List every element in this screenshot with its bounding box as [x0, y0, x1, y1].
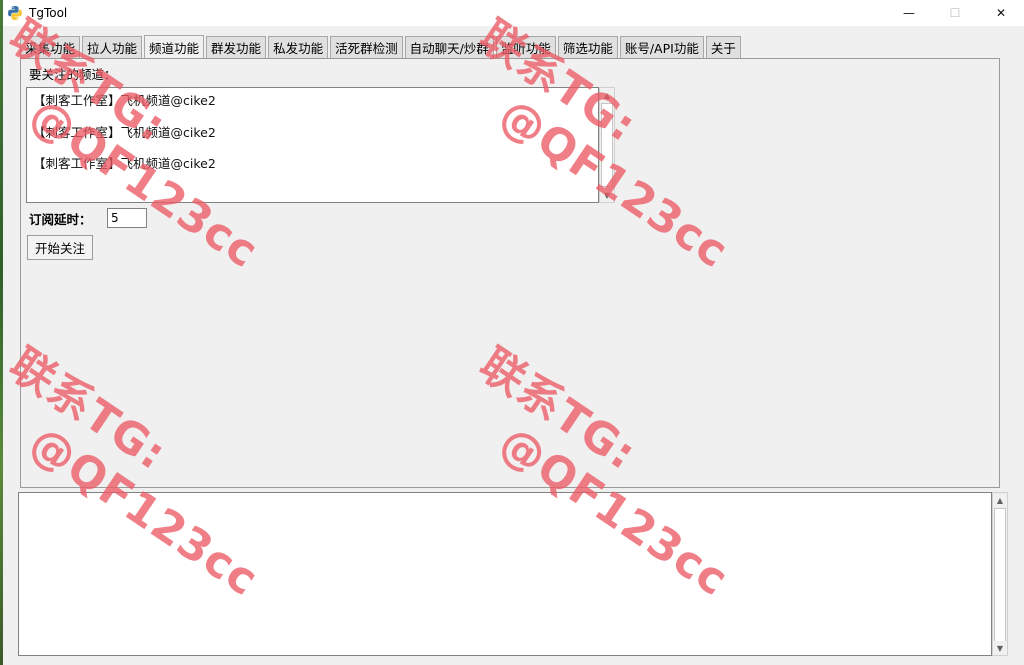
scroll-down-icon[interactable]: ▼ [600, 188, 614, 202]
notebook-tabs: 采集功能 拉人功能 频道功能 群发功能 私发功能 活死群检测 自动聊天/炒群 监… [20, 35, 743, 58]
close-button[interactable]: ✕ [978, 0, 1024, 26]
maximize-icon: ☐ [949, 6, 961, 20]
scroll-down-icon[interactable]: ▼ [993, 641, 1007, 655]
tab-about[interactable]: 关于 [705, 36, 741, 58]
delay-input[interactable] [107, 208, 147, 228]
delay-label: 订阅延时： [29, 212, 92, 227]
list-item: 【刺客工作室】飞机频道@cike2 [33, 125, 216, 140]
app-window: TgTool — ☐ ✕ 采集功能 拉人功能 频道功能 群发功能 私发功能 活死… [3, 0, 1024, 665]
scroll-up-icon[interactable]: ▲ [993, 493, 1007, 507]
close-icon: ✕ [995, 6, 1007, 20]
tab-channel[interactable]: 频道功能 [144, 35, 205, 58]
scroll-thumb[interactable] [994, 508, 1006, 642]
tab-collect[interactable]: 采集功能 [20, 36, 81, 58]
tab-group-check[interactable]: 活死群检测 [330, 36, 403, 58]
scroll-thumb[interactable] [601, 103, 613, 187]
tab-auto-chat[interactable]: 自动聊天/炒群 [404, 36, 494, 58]
log-scrollbar[interactable]: ▲ ▼ [992, 492, 1008, 656]
start-follow-button[interactable]: 开始关注 [27, 235, 93, 260]
channel-panel: 要关注的频道： 【刺客工作室】飞机频道@cike2 【刺客工作室】飞机频道@ci… [20, 58, 1000, 488]
title-bar[interactable]: TgTool — ☐ ✕ [3, 0, 1024, 26]
minimize-icon: — [903, 6, 915, 20]
tab-group-send[interactable]: 群发功能 [206, 36, 267, 58]
minimize-button[interactable]: — [886, 0, 932, 26]
list-item: 【刺客工作室】飞机频道@cike2 [33, 93, 216, 108]
tab-monitor[interactable]: 监听功能 [495, 36, 556, 58]
maximize-button[interactable]: ☐ [932, 0, 978, 26]
log-textarea[interactable] [18, 492, 992, 656]
tab-account-api[interactable]: 账号/API功能 [619, 36, 704, 58]
window-title: TgTool [29, 6, 68, 20]
python-icon [8, 6, 22, 20]
scroll-up-icon[interactable]: ▲ [600, 88, 614, 102]
tab-filter[interactable]: 筛选功能 [557, 36, 618, 58]
tab-private-send[interactable]: 私发功能 [268, 36, 329, 58]
tab-add-members[interactable]: 拉人功能 [82, 36, 143, 58]
channels-scrollbar[interactable]: ▲ ▼ [599, 87, 615, 203]
channels-label: 要关注的频道： [29, 67, 117, 82]
channels-textarea[interactable]: 【刺客工作室】飞机频道@cike2 【刺客工作室】飞机频道@cike2 【刺客工… [26, 87, 599, 203]
list-item: 【刺客工作室】飞机频道@cike2 [33, 156, 216, 171]
